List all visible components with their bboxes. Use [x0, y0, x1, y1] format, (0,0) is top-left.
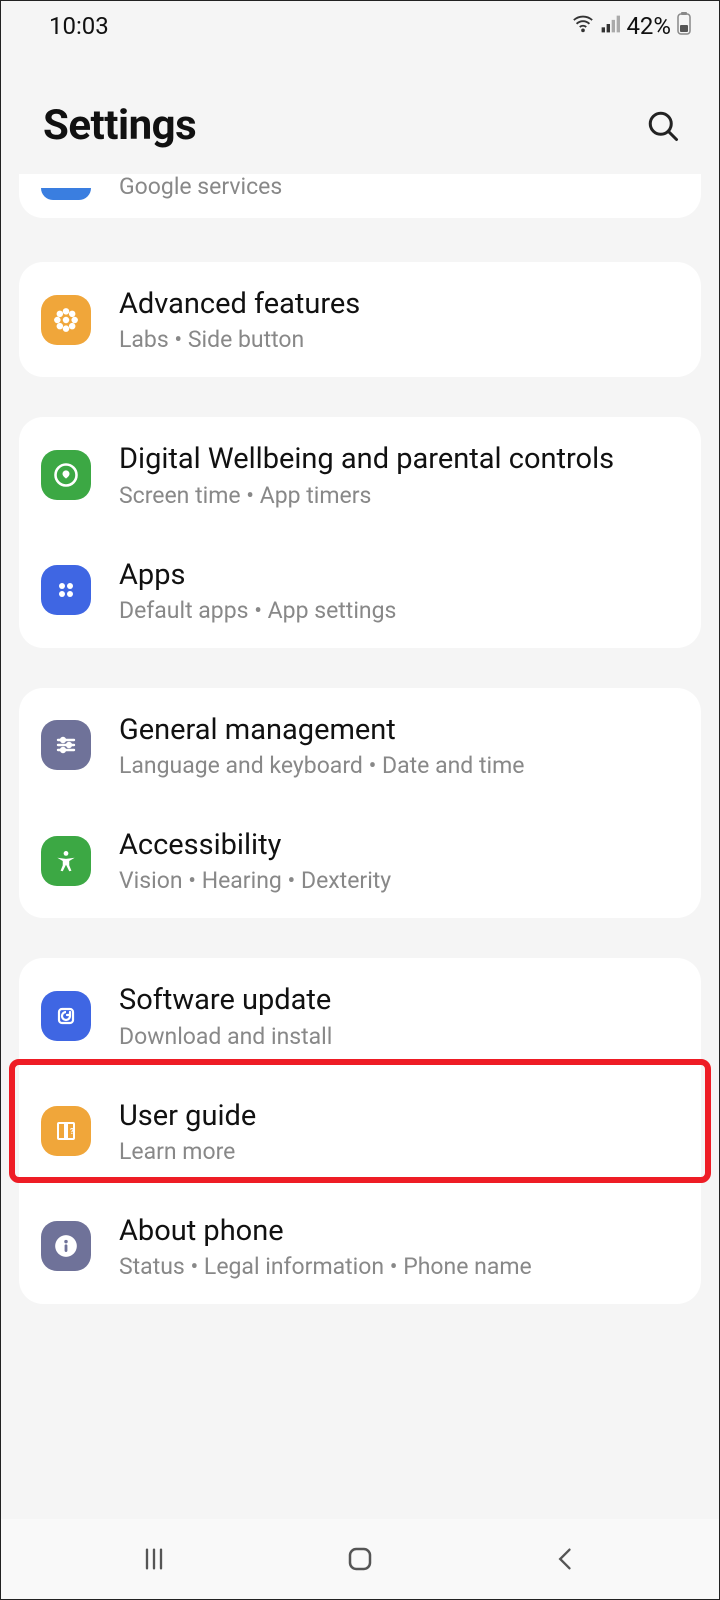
settings-item-accessibility[interactable]: Accessibility Vision • Hearing • Dexteri… — [19, 803, 701, 918]
settings-item-sub: Labs • Side button — [119, 326, 679, 353]
settings-item-sub: Language and keyboard • Date and time — [119, 752, 679, 779]
back-icon — [552, 1545, 580, 1573]
status-bar: 10:03 42% — [1, 1, 719, 51]
settings-item-digital-wellbeing[interactable]: Digital Wellbeing and parental controls … — [19, 417, 701, 532]
settings-group-google: Google services — [19, 174, 701, 218]
apps-icon — [41, 565, 91, 615]
settings-item-general-management[interactable]: General management Language and keyboard… — [19, 688, 701, 803]
settings-item-sub: Download and install — [119, 1023, 679, 1050]
settings-item-sub: Default apps • App settings — [119, 597, 679, 624]
settings-item-label: Advanced features — [119, 286, 679, 322]
battery-icon — [677, 11, 691, 41]
header: Settings — [1, 51, 719, 174]
home-button[interactable] — [330, 1529, 390, 1589]
signal-icon — [600, 12, 620, 40]
settings-item-label: Accessibility — [119, 827, 679, 863]
settings-group-wellbeing: Digital Wellbeing and parental controls … — [19, 417, 701, 648]
settings-item-apps[interactable]: Apps Default apps • App settings — [19, 533, 701, 648]
settings-group-system: Software update Download and install ? U… — [19, 958, 701, 1304]
info-icon — [41, 1221, 91, 1271]
settings-item-sub: Learn more — [119, 1138, 679, 1165]
battery-text: 42% — [626, 12, 671, 40]
settings-item-sub: Status • Legal information • Phone name — [119, 1253, 679, 1280]
status-time: 10:03 — [49, 12, 109, 40]
home-icon — [345, 1544, 375, 1574]
settings-group-advanced: Advanced features Labs • Side button — [19, 262, 701, 377]
svg-text:?: ? — [70, 1127, 74, 1136]
settings-item-label: Digital Wellbeing and parental controls — [119, 441, 679, 477]
recents-button[interactable] — [124, 1529, 184, 1589]
navigation-bar — [1, 1519, 719, 1599]
settings-item-user-guide[interactable]: ? User guide Learn more — [19, 1074, 701, 1189]
settings-item-sub: Google services — [119, 174, 282, 200]
wellbeing-icon — [41, 450, 91, 500]
settings-item-label: Apps — [119, 557, 679, 593]
settings-item-sub: Vision • Hearing • Dexterity — [119, 867, 679, 894]
recents-icon — [140, 1545, 168, 1573]
settings-item-label: User guide — [119, 1098, 679, 1134]
settings-item-about-phone[interactable]: About phone Status • Legal information •… — [19, 1189, 701, 1304]
wifi-icon — [572, 12, 594, 40]
accessibility-icon — [41, 836, 91, 886]
settings-item-label: About phone — [119, 1213, 679, 1249]
search-icon — [645, 108, 681, 144]
back-button[interactable] — [536, 1529, 596, 1589]
settings-item-label: General management — [119, 712, 679, 748]
settings-item-advanced-features[interactable]: Advanced features Labs • Side button — [19, 262, 701, 377]
settings-item-label: Software update — [119, 982, 679, 1018]
google-icon — [41, 188, 91, 200]
settings-item-google[interactable]: Google services — [19, 174, 701, 218]
settings-item-sub: Screen time • App timers — [119, 482, 679, 509]
settings-group-management: General management Language and keyboard… — [19, 688, 701, 919]
status-right: 42% — [572, 11, 691, 41]
update-icon — [41, 991, 91, 1041]
search-button[interactable] — [641, 104, 685, 148]
sliders-icon — [41, 720, 91, 770]
settings-item-software-update[interactable]: Software update Download and install — [19, 958, 701, 1073]
book-icon: ? — [41, 1106, 91, 1156]
page-title: Settings — [43, 101, 196, 150]
flower-icon — [41, 295, 91, 345]
